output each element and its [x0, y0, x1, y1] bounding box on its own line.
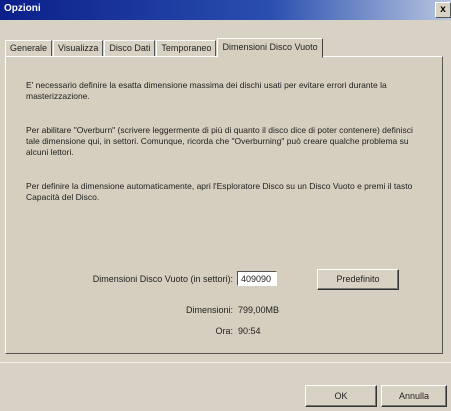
close-icon: x [440, 4, 446, 15]
tab-disco-dati[interactable]: Disco Dati [104, 40, 156, 57]
size-input[interactable]: 409090 [237, 271, 277, 286]
tab-temporaneo[interactable]: Temporaneo [156, 40, 217, 57]
info-paragraph-1: E' necessario definire la esatta dimensi… [26, 80, 387, 101]
time-label: Ora: [215, 326, 233, 336]
window-title: Opzioni [4, 3, 41, 14]
dimension-label: Dimensioni: [185, 305, 233, 315]
size-label: Dimensioni Disco Vuoto (in settori): [92, 274, 233, 284]
default-button[interactable]: Predefinito [317, 269, 399, 290]
title-bar: Opzioni x [0, 0, 451, 20]
time-value: 90:54 [238, 326, 261, 336]
separator [0, 362, 451, 363]
tab-dimensioni-disco-vuoto[interactable]: Dimensioni Disco Vuoto [217, 38, 323, 58]
tab-strip: Generale Visualizza Disco Dati Temporane… [5, 38, 324, 58]
tab-generale[interactable]: Generale [5, 40, 53, 57]
ok-button[interactable]: OK [305, 385, 377, 407]
close-button[interactable]: x [435, 2, 451, 18]
tab-visualizza[interactable]: Visualizza [53, 40, 104, 57]
cancel-button[interactable]: Annulla [381, 385, 447, 407]
info-paragraph-2: Per abilitare "Overburn" (scrivere legge… [26, 125, 413, 157]
dimension-value: 799,00MB [238, 305, 280, 315]
info-paragraph-3: Per definire la dimensione automaticamen… [26, 181, 413, 202]
